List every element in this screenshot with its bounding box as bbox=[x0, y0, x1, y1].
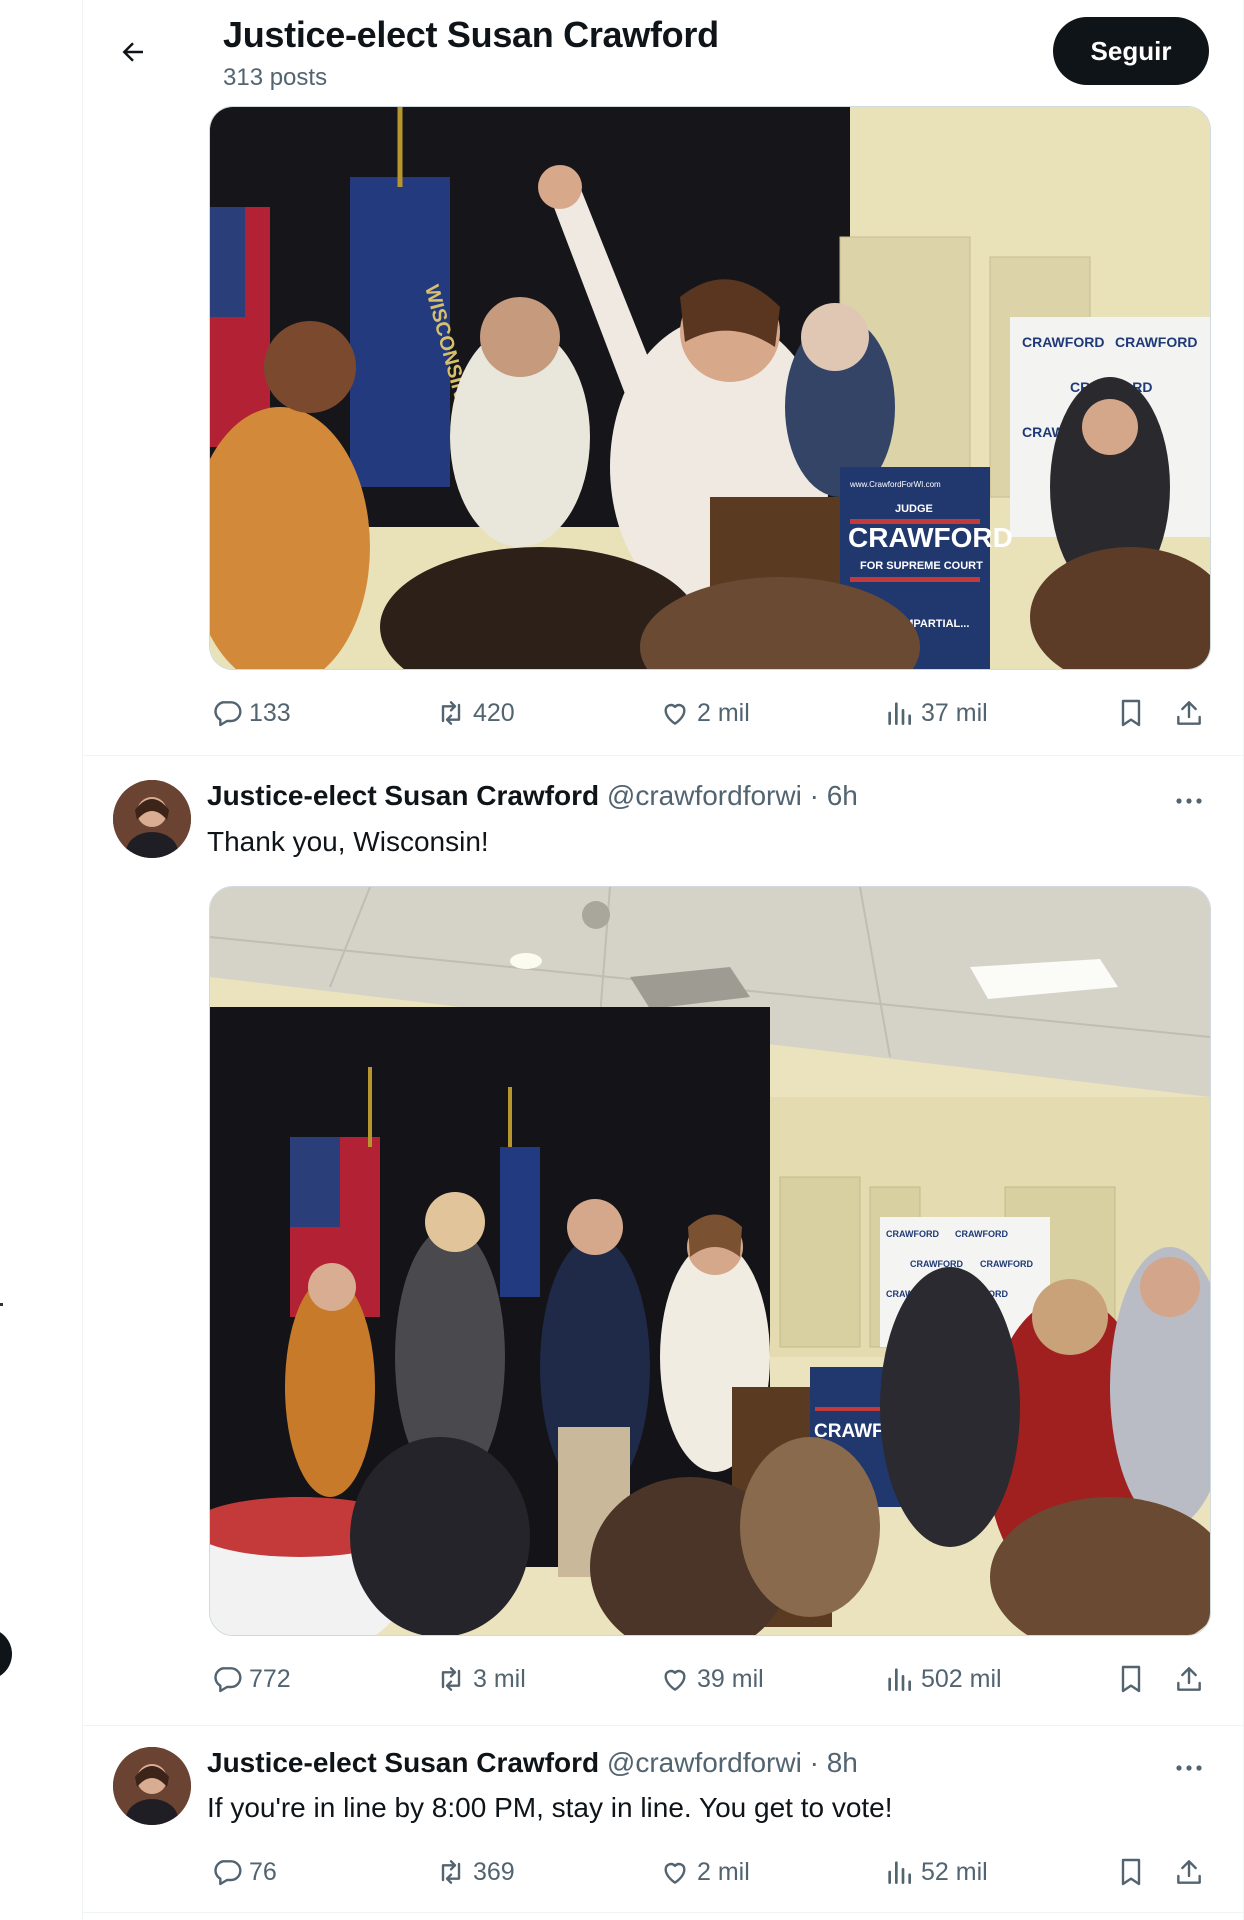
repost-icon bbox=[441, 701, 461, 725]
repost-icon bbox=[441, 1860, 461, 1884]
author-handle[interactable]: @crawfordforwi bbox=[607, 1747, 802, 1778]
heart-icon bbox=[664, 1669, 686, 1691]
post-time[interactable]: · 6h bbox=[810, 780, 858, 811]
repost-count: 369 bbox=[473, 1857, 515, 1886]
banner-text: CRAWFORD bbox=[1115, 334, 1197, 350]
more-icon bbox=[1176, 1765, 1202, 1771]
post-separator bbox=[83, 1912, 1243, 1913]
heart-icon bbox=[664, 1862, 686, 1884]
share-button[interactable] bbox=[1173, 1659, 1211, 1699]
bookmark-icon bbox=[1121, 699, 1141, 727]
more-options-button[interactable] bbox=[1167, 784, 1211, 818]
views-count: 37 mil bbox=[921, 698, 988, 727]
like-button[interactable]: 2 mil bbox=[659, 693, 750, 733]
banner-text: CRAWFORD bbox=[1022, 334, 1104, 350]
repost-button[interactable]: 3 mil bbox=[435, 1659, 526, 1699]
share-button[interactable] bbox=[1173, 693, 1211, 733]
repost-button[interactable]: 420 bbox=[435, 693, 515, 733]
bookmark-icon bbox=[1121, 1665, 1141, 1693]
follow-button[interactable]: Seguir bbox=[1053, 17, 1209, 85]
banner-text: CRAWFORD bbox=[955, 1229, 1008, 1239]
gutter-dot bbox=[0, 1303, 3, 1306]
author-handle[interactable]: @crawfordforwi bbox=[607, 780, 802, 811]
reply-button[interactable]: 133 bbox=[211, 693, 291, 733]
timeline-column: Justice-elect Susan Crawford 313 posts S… bbox=[82, 0, 1244, 1920]
views-button[interactable]: 37 mil bbox=[883, 693, 988, 733]
reply-button[interactable]: 76 bbox=[211, 1852, 277, 1892]
post-action-bar: 76 369 2 mil 52 mil bbox=[211, 1852, 1211, 1892]
like-count: 2 mil bbox=[697, 698, 750, 727]
heart-icon bbox=[664, 703, 686, 725]
bookmark-button[interactable] bbox=[1115, 1852, 1153, 1892]
repost-count: 420 bbox=[473, 698, 515, 727]
post-count: 313 posts bbox=[223, 64, 328, 91]
reply-icon bbox=[214, 1667, 242, 1693]
avatar[interactable] bbox=[113, 780, 191, 858]
reply-icon bbox=[214, 1860, 242, 1886]
profile-name: Justice-elect Susan Crawford bbox=[223, 14, 719, 55]
avatar-image bbox=[113, 780, 191, 858]
tweet-text: If you're in line by 8:00 PM, stay in li… bbox=[207, 1792, 893, 1823]
reply-button[interactable]: 772 bbox=[211, 1659, 291, 1699]
share-icon bbox=[1177, 701, 1201, 725]
views-button[interactable]: 52 mil bbox=[883, 1852, 988, 1892]
arrow-left-icon bbox=[122, 42, 143, 62]
share-icon bbox=[1177, 1667, 1201, 1691]
share-button[interactable] bbox=[1173, 1852, 1211, 1892]
post-separator bbox=[83, 1725, 1243, 1726]
tweet-header: Justice-elect Susan Crawford @crawfordfo… bbox=[207, 780, 858, 814]
avatar-image bbox=[113, 1747, 191, 1825]
like-count: 39 mil bbox=[697, 1664, 764, 1693]
bookmark-button[interactable] bbox=[1115, 1659, 1153, 1699]
views-chart-icon bbox=[888, 702, 911, 725]
post-action-bar: 133 420 2 mil 37 mil bbox=[211, 693, 1211, 733]
views-chart-icon bbox=[888, 1668, 911, 1691]
more-options-button[interactable] bbox=[1167, 1751, 1211, 1785]
avatar[interactable] bbox=[113, 1747, 191, 1825]
post-action-bar: 772 3 mil 39 mil 502 mil bbox=[211, 1659, 1211, 1699]
lectern-text: www.CrawfordForWI.com bbox=[849, 480, 941, 489]
author-name[interactable]: Justice-elect Susan Crawford bbox=[207, 780, 599, 811]
tweet-header: Justice-elect Susan Crawford @crawfordfo… bbox=[207, 1747, 858, 1781]
repost-count: 3 mil bbox=[473, 1664, 526, 1693]
banner-text: CRAWFORD bbox=[980, 1259, 1033, 1269]
repost-icon bbox=[441, 1667, 461, 1691]
compose-button[interactable] bbox=[0, 1628, 12, 1680]
rally-stage-photo-image: CRAWFORD CRAWFORD CRAWFORD CRAWFORD CRAW… bbox=[210, 887, 1210, 1635]
post-photo-rally-stage[interactable]: CRAWFORD CRAWFORD CRAWFORD CRAWFORD CRAW… bbox=[209, 886, 1211, 1636]
bookmark-button[interactable] bbox=[1115, 693, 1153, 733]
post-time[interactable]: · 8h bbox=[810, 1747, 858, 1778]
views-chart-icon bbox=[888, 1861, 911, 1884]
bookmark-icon bbox=[1121, 1858, 1141, 1886]
left-gutter bbox=[0, 0, 82, 1920]
like-count: 2 mil bbox=[697, 1857, 750, 1886]
author-name[interactable]: Justice-elect Susan Crawford bbox=[207, 1747, 599, 1778]
share-icon bbox=[1177, 1860, 1201, 1884]
back-button[interactable] bbox=[111, 30, 155, 74]
tweet-text: Thank you, Wisconsin! bbox=[207, 826, 489, 857]
like-button[interactable]: 39 mil bbox=[659, 1659, 764, 1699]
rally-photo-image: CRAWFORD CRAWFORD CRAWFORD CRAWFORD WISC… bbox=[210, 107, 1210, 669]
views-button[interactable]: 502 mil bbox=[883, 1659, 1002, 1699]
more-icon bbox=[1176, 798, 1202, 804]
post-separator bbox=[83, 755, 1243, 756]
lectern-text: FOR SUPREME COURT bbox=[860, 560, 983, 572]
views-count: 502 mil bbox=[921, 1664, 1002, 1693]
lectern-text: JUDGE bbox=[895, 503, 933, 515]
profile-header: Justice-elect Susan Crawford 313 posts S… bbox=[83, 0, 1243, 104]
reply-icon bbox=[214, 701, 242, 727]
lectern-text: CRAWFORD bbox=[848, 522, 1013, 553]
repost-button[interactable]: 369 bbox=[435, 1852, 515, 1892]
banner-text: CRAWFORD bbox=[886, 1229, 939, 1239]
reply-count: 76 bbox=[249, 1857, 277, 1886]
like-button[interactable]: 2 mil bbox=[659, 1852, 750, 1892]
reply-count: 772 bbox=[249, 1664, 291, 1693]
reply-count: 133 bbox=[249, 698, 291, 727]
post-photo-rally-waving[interactable]: CRAWFORD CRAWFORD CRAWFORD CRAWFORD WISC… bbox=[209, 106, 1211, 670]
views-count: 52 mil bbox=[921, 1857, 988, 1886]
